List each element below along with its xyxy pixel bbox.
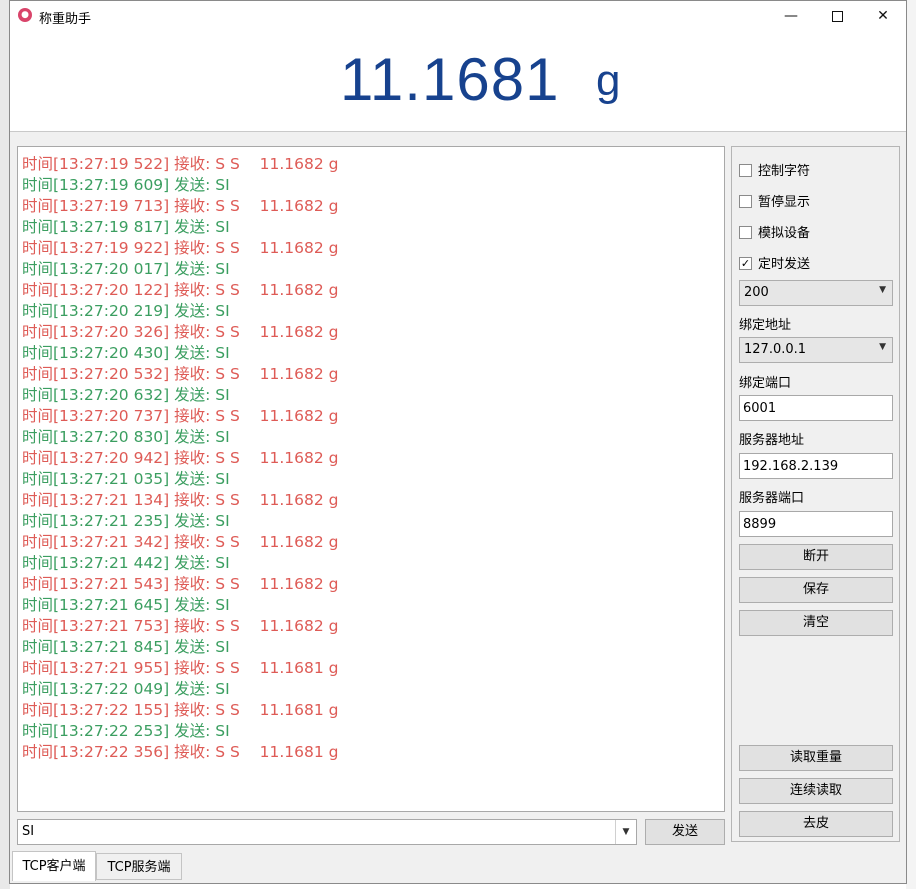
weight-display: 11.1681 g: [10, 31, 906, 132]
window-title: 称重助手: [39, 12, 92, 27]
log-line-received: 时间[13:27:19 713] 接收: S S 11.1682 g: [22, 197, 339, 215]
server-port-value[interactable]: 8899: [743, 517, 776, 532]
log-line-received: 时间[13:27:20 122] 接收: S S 11.1682 g: [22, 281, 339, 299]
log-line-sent: 时间[13:27:20 830] 发送: SI: [22, 428, 230, 446]
settings-panel: 控制字符 暂停显示 模拟设备 ✓ 定时发送 200 ▼ 绑定地址 127.0.0.…: [731, 146, 900, 842]
log-line-sent: 时间[13:27:20 430] 发送: SI: [22, 344, 230, 362]
simulate-device-checkbox[interactable]: 模拟设备: [739, 222, 811, 241]
log-line-sent: 时间[13:27:22 253] 发送: SI: [22, 722, 230, 740]
title-bar[interactable]: ● 称重助手 — ✕: [10, 1, 906, 31]
app-logo-icon: ●: [18, 8, 32, 22]
continuous-read-button[interactable]: 连续读取: [739, 778, 893, 804]
communication-log[interactable]: 时间[13:27:19 522] 接收: S S 11.1682 g 时间[13:…: [17, 146, 725, 812]
command-input[interactable]: SI: [22, 824, 34, 839]
log-line-sent: 时间[13:27:19 817] 发送: SI: [22, 218, 230, 236]
weighing-assistant-window: ● 称重助手 — ✕ 11.1681 g 时间[13:27:19 522] 接收…: [9, 0, 907, 884]
tare-button[interactable]: 去皮: [739, 811, 893, 837]
log-line-received: 时间[13:27:20 942] 接收: S S 11.1682 g: [22, 449, 339, 467]
read-weight-button[interactable]: 读取重量: [739, 745, 893, 771]
log-line-received: 时间[13:27:22 155] 接收: S S 11.1681 g: [22, 701, 339, 719]
tab-bar: TCP客户端 TCP服务端: [10, 851, 906, 883]
log-line-received: 时间[13:27:19 922] 接收: S S 11.1682 g: [22, 239, 339, 257]
log-line-received: 时间[13:27:20 532] 接收: S S 11.1682 g: [22, 365, 339, 383]
checkbox-icon[interactable]: [739, 226, 752, 239]
maximize-icon: [831, 10, 843, 22]
server-address-field[interactable]: 192.168.2.139: [739, 453, 893, 479]
log-line-sent: 时间[13:27:19 609] 发送: SI: [22, 176, 230, 194]
chevron-down-icon[interactable]: ▼: [615, 820, 636, 844]
bind-port-field[interactable]: 6001: [739, 395, 893, 421]
server-address-label: 服务器地址: [739, 433, 805, 448]
server-port-field[interactable]: 8899: [739, 511, 893, 537]
log-line-sent: 时间[13:27:21 035] 发送: SI: [22, 470, 230, 488]
log-line-sent: 时间[13:27:20 632] 发送: SI: [22, 386, 230, 404]
minimize-button[interactable]: —: [768, 1, 814, 31]
log-line-received: 时间[13:27:20 737] 接收: S S 11.1682 g: [22, 407, 339, 425]
tab-tcp-server[interactable]: TCP服务端: [96, 853, 182, 880]
disconnect-button[interactable]: 断开: [739, 544, 893, 570]
server-address-value[interactable]: 192.168.2.139: [743, 459, 838, 474]
close-button[interactable]: ✕: [860, 1, 906, 31]
maximize-button[interactable]: [814, 1, 860, 31]
tab-tcp-client[interactable]: TCP客户端: [12, 851, 96, 881]
timed-send-label: 定时发送: [758, 257, 811, 272]
send-button[interactable]: 发送: [645, 819, 725, 845]
chevron-down-icon: ▼: [879, 285, 886, 295]
command-combobox[interactable]: SI ▼: [17, 819, 637, 845]
checkbox-icon[interactable]: [739, 164, 752, 177]
simulate-device-label: 模拟设备: [758, 226, 811, 241]
log-line-received: 时间[13:27:21 134] 接收: S S 11.1682 g: [22, 491, 339, 509]
log-line-sent: 时间[13:27:20 219] 发送: SI: [22, 302, 230, 320]
weight-unit: g: [596, 56, 621, 105]
timed-send-checkbox[interactable]: ✓ 定时发送: [739, 253, 811, 272]
log-line-sent: 时间[13:27:21 235] 发送: SI: [22, 512, 230, 530]
log-line-received: 时间[13:27:20 326] 接收: S S 11.1682 g: [22, 323, 339, 341]
interval-value: 200: [744, 285, 769, 300]
clear-button[interactable]: 清空: [739, 610, 893, 636]
checkbox-icon[interactable]: [739, 195, 752, 208]
log-line-received: 时间[13:27:22 356] 接收: S S 11.1681 g: [22, 743, 339, 761]
save-button[interactable]: 保存: [739, 577, 893, 603]
log-line-sent: 时间[13:27:22 049] 发送: SI: [22, 680, 230, 698]
bind-address-value: 127.0.0.1: [744, 342, 807, 357]
log-line-sent: 时间[13:27:21 845] 发送: SI: [22, 638, 230, 656]
pause-display-checkbox[interactable]: 暂停显示: [739, 191, 811, 210]
pause-display-label: 暂停显示: [758, 195, 811, 210]
control-chars-label: 控制字符: [758, 164, 811, 179]
log-line-received: 时间[13:27:21 753] 接收: S S 11.1682 g: [22, 617, 339, 635]
log-line-sent: 时间[13:27:21 442] 发送: SI: [22, 554, 230, 572]
log-line-received: 时间[13:27:19 522] 接收: S S 11.1682 g: [22, 155, 339, 173]
log-line-received: 时间[13:27:21 342] 接收: S S 11.1682 g: [22, 533, 339, 551]
server-port-label: 服务器端口: [739, 491, 805, 506]
background-right-strip: [906, 0, 916, 889]
control-chars-checkbox[interactable]: 控制字符: [739, 160, 811, 179]
bind-port-value[interactable]: 6001: [743, 401, 776, 416]
bind-address-select[interactable]: 127.0.0.1 ▼: [739, 337, 893, 363]
bind-address-label: 绑定地址: [739, 318, 792, 333]
bind-port-label: 绑定端口: [739, 376, 792, 391]
weight-value: 11.1681: [340, 46, 560, 113]
log-line-received: 时间[13:27:21 955] 接收: S S 11.1681 g: [22, 659, 339, 677]
checkmark-icon[interactable]: ✓: [739, 257, 752, 270]
log-line-sent: 时间[13:27:20 017] 发送: SI: [22, 260, 230, 278]
chevron-down-icon: ▼: [879, 342, 886, 352]
log-line-received: 时间[13:27:21 543] 接收: S S 11.1682 g: [22, 575, 339, 593]
log-line-sent: 时间[13:27:21 645] 发送: SI: [22, 596, 230, 614]
interval-select[interactable]: 200 ▼: [739, 280, 893, 306]
